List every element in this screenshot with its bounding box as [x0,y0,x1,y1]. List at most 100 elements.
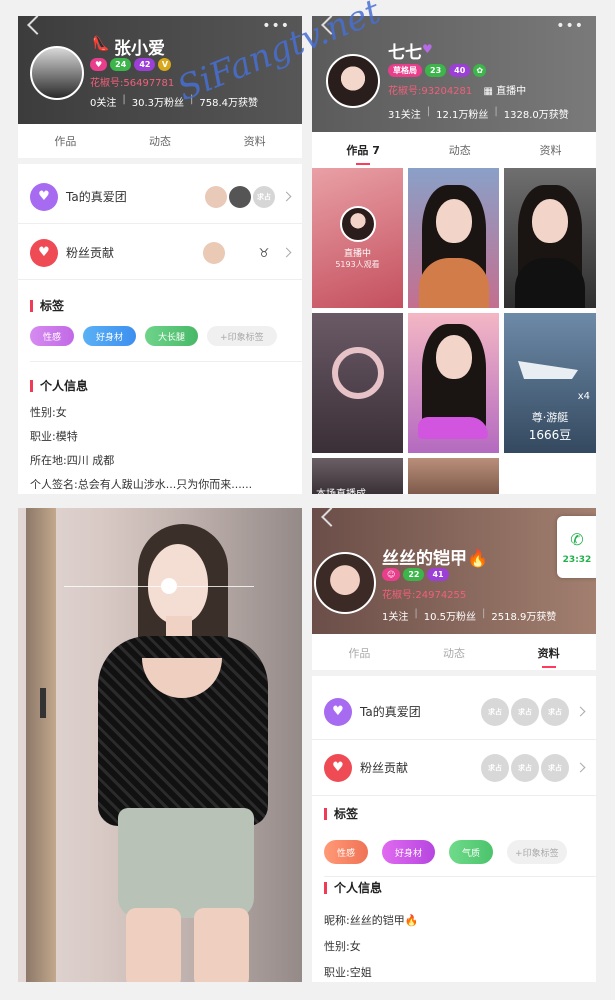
add-tag-button[interactable]: +印象标签 [207,326,277,346]
heart-icon: ♥ [324,753,352,782]
tag[interactable]: 好身材 [382,840,436,864]
profile-tabs: 作品 动态 资料 [312,636,596,676]
tab-works[interactable]: 作品 [348,645,370,661]
video-thumbnail[interactable]: 本场直播成 [312,458,403,494]
video-thumbnail[interactable] [408,168,499,308]
profile-header: ••• 👠 张小爱 ♥ 24 42 V 花椒号:56497781 0关注 | 30… [18,16,302,124]
badge-level: 42 [134,58,156,71]
huajiao-id: 花椒号:24974255 [382,586,466,601]
profile-stats: 1关注 | 10.5万粉丝 | 2518.9万获赞 [382,608,557,623]
avatar[interactable] [229,185,251,208]
tab-moments[interactable]: 动态 [149,133,171,149]
tags-title: 标签 [30,300,64,312]
video-person-leg [194,908,249,982]
contribution-row[interactable]: ♥ 粉丝贡献 ♉ [18,226,302,280]
heart-icon: ♥ [324,697,352,726]
video-person-leg [126,908,181,982]
tag[interactable]: 好身材 [83,326,137,346]
avatar[interactable] [205,185,227,208]
back-arrow-icon[interactable] [321,508,341,527]
tag-list: 性感 好身材 大长腿 +印象标签 [30,326,277,346]
avatar[interactable]: ♉ [253,241,275,264]
avatar-placeholder[interactable]: 求占 [541,697,569,726]
live-thumbnail[interactable]: 直播中 5193人观看 [312,168,403,308]
avatar-placeholder[interactable]: 求占 [481,697,509,726]
tab-moments[interactable]: 动态 [449,142,471,158]
live-text: 直播中 [496,86,527,97]
seek-handle[interactable] [161,578,177,594]
follow-count[interactable]: 0关注 [90,94,116,109]
tab-works[interactable]: 作品 [54,133,76,149]
fans-count[interactable]: 12.1万粉丝 [436,106,488,121]
chevron-right-icon [281,191,292,202]
avatar[interactable] [326,54,380,108]
seek-bar[interactable] [64,586,254,587]
tag[interactable]: 大长腿 [145,326,199,346]
profile-panel-zhangxiaoai: ••• 👠 张小爱 ♥ 24 42 V 花椒号:56497781 0关注 | 30… [18,16,302,494]
video-thumbnail[interactable] [408,313,499,453]
level-badges: ☺ 22 41 [382,568,449,581]
back-arrow-icon[interactable] [321,16,341,35]
avatar-placeholder[interactable]: 求占 [481,753,509,782]
video-thumbnail[interactable] [504,168,596,308]
empty-cell [504,458,596,494]
back-arrow-icon[interactable] [27,16,47,35]
profile-name: 张小爱 [114,39,165,59]
chevron-right-icon [281,247,292,258]
avatar-placeholder[interactable]: 求占 [511,753,539,782]
info-job: 职业:模特 [30,430,78,443]
fan-club-label: Ta的真爱团 [66,190,127,204]
avatar[interactable] [203,241,225,264]
door [26,508,56,982]
video-person-shorts [118,808,254,918]
id-label: 花椒号: [388,86,422,97]
viewer-count: 5193人观看 [335,260,380,269]
divider [324,876,596,877]
fan-club-row[interactable]: ♥ Ta的真爱团 求占 求占 求占 [312,684,596,740]
avatar[interactable] [314,552,376,614]
phone-icon: ✆ [570,529,584,549]
info-job: 职业:空姐 [324,966,372,979]
gift-thumbnail[interactable]: x4 尊·游艇 1666豆 [504,313,596,453]
tag[interactable]: 气质 [449,840,494,864]
more-icon[interactable]: ••• [262,18,290,34]
profile-header: 丝丝的铠甲🔥 ☺ 22 41 花椒号:24974255 1关注 | 10.5万粉丝… [312,508,596,634]
tag[interactable]: 性感 [324,840,369,864]
tab-info[interactable]: 资料 [538,645,560,668]
floating-call-widget[interactable]: ✆ 23:32 [557,516,596,578]
badge-group: 草格局 [388,64,422,77]
profile-stats: 0关注 | 30.3万粉丝 | 758.4万获赞 [90,94,259,109]
fan-club-label: Ta的真爱团 [360,705,421,719]
video-thumbnail[interactable] [408,458,499,494]
avatar-placeholder[interactable]: 求占 [541,753,569,782]
tab-moments[interactable]: 动态 [443,645,465,661]
id-value: 56497781 [123,78,175,89]
follow-count[interactable]: 1关注 [382,608,408,623]
heart-icon: ♥ [30,238,58,267]
tag[interactable]: 性感 [30,326,75,346]
info-nickname: 昵称:丝丝的铠甲🔥 [324,914,419,927]
avatar-placeholder[interactable]: 求占 [511,697,539,726]
add-tag-button[interactable]: +印象标签 [507,840,567,864]
gift-name: 尊·游艇 [531,411,569,424]
profile-panel-qiqi: ••• 七七 ♥ 草格局 23 40 ✿ 花椒号:93204281 ▦ 直播中 … [312,16,596,494]
tab-info[interactable]: 资料 [244,133,266,149]
video-thumbnail[interactable] [312,313,403,453]
avatar[interactable] [30,46,84,100]
follow-count[interactable]: 31关注 [388,106,421,121]
avatar-placeholder[interactable]: 求占 [253,185,275,208]
likes-count: 2518.9万获赞 [491,612,557,623]
more-icon[interactable]: ••• [556,18,584,34]
fans-count[interactable]: 30.3万粉丝 [132,94,184,109]
contribution-row[interactable]: ♥ 粉丝贡献 求占 求占 求占 [312,740,596,796]
tab-works[interactable]: 作品 7 [346,142,380,165]
profile-stats: 31关注 | 12.1万粉丝 | 1328.0万获赞 [388,106,569,121]
contribution-avatars: 求占 求占 求占 [481,753,569,782]
fans-count[interactable]: 10.5万粉丝 [424,608,476,623]
heel-icon: 👠 [92,36,110,52]
fan-club-row[interactable]: ♥ Ta的真爱团 求占 [18,170,302,224]
tags-title: 标签 [324,808,358,820]
video-person-face [148,544,208,624]
video-player[interactable] [18,508,302,982]
tab-info[interactable]: 资料 [540,142,562,158]
